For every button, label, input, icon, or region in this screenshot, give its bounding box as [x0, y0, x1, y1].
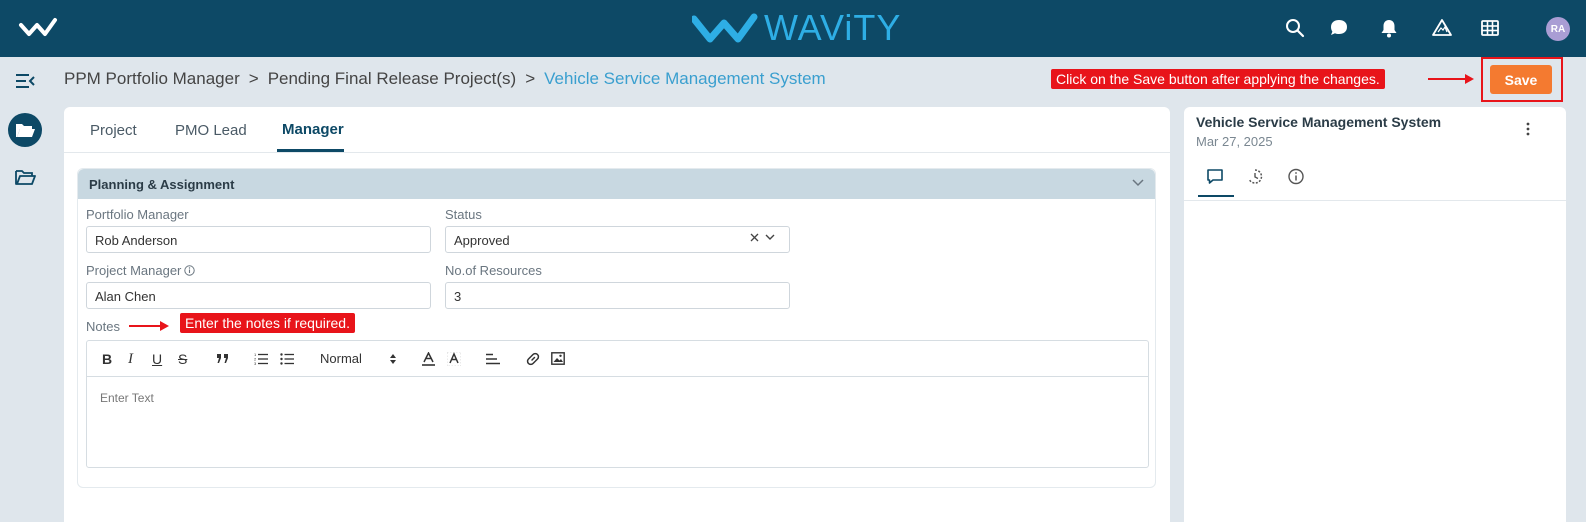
background-color-icon[interactable]	[447, 352, 461, 366]
folder-icon	[15, 170, 36, 185]
status-label: Status	[445, 207, 482, 222]
menu-collapse-icon	[16, 74, 35, 88]
status-select[interactable]: Approved	[445, 226, 790, 253]
side-panel-date: Mar 27, 2025	[1196, 134, 1273, 149]
svg-text:3: 3	[254, 361, 257, 365]
notes-editor: B I U S 1 2 3 Normal Enter Text	[86, 340, 1149, 468]
active-tab-underline	[277, 149, 344, 152]
resources-field[interactable]: 3	[445, 282, 790, 309]
tab-info[interactable]	[1281, 165, 1311, 187]
sidebar-item-portfolio[interactable]	[0, 112, 50, 148]
bullet-list-icon[interactable]	[280, 352, 294, 365]
info-icon[interactable]	[184, 265, 196, 276]
chat-icon[interactable]	[1328, 17, 1350, 39]
underline-button[interactable]: U	[152, 351, 162, 367]
bold-button[interactable]: B	[102, 351, 112, 367]
collapse-menu-button[interactable]	[0, 63, 50, 99]
planning-assignment-section: Planning & Assignment Portfolio Manager …	[77, 168, 1156, 488]
history-icon	[1248, 168, 1263, 184]
brand-logo: WAViTY	[692, 7, 902, 48]
status-select-controls	[750, 233, 775, 242]
ordered-list-icon[interactable]: 1 2 3	[254, 352, 268, 365]
notes-label-text: Notes	[86, 319, 120, 334]
text-color-icon[interactable]	[422, 352, 435, 366]
left-sidebar	[0, 57, 50, 522]
status-label-text: Status	[445, 207, 482, 222]
folder-open-icon	[16, 124, 35, 137]
app-logo-icon[interactable]	[18, 14, 58, 42]
status-value: Approved	[454, 233, 510, 248]
image-icon[interactable]	[551, 352, 565, 365]
top-nav-bar: WAViTY RA	[0, 0, 1586, 57]
save-annotation: Click on the Save button after applying …	[1051, 69, 1385, 89]
breadcrumb-separator: >	[525, 69, 536, 88]
search-icon[interactable]	[1284, 17, 1306, 39]
align-icon[interactable]	[486, 353, 500, 365]
grid-icon[interactable]	[1479, 17, 1501, 39]
active-indicator	[8, 113, 42, 147]
italic-button[interactable]: I	[128, 351, 133, 368]
notes-label: Notes	[86, 319, 120, 334]
project-manager-label-text: Project Manager	[86, 263, 182, 278]
side-panel: Vehicle Service Management System Mar 27…	[1184, 107, 1566, 522]
tab-manager[interactable]: Manager	[282, 121, 344, 138]
breadcrumb-separator: >	[248, 69, 259, 88]
strikethrough-button[interactable]: S	[178, 351, 187, 367]
portfolio-manager-label-text: Portfolio Manager	[86, 207, 189, 222]
tab-project[interactable]: Project	[90, 122, 137, 139]
notes-textarea[interactable]: Enter Text	[100, 391, 154, 405]
section-header[interactable]: Planning & Assignment	[78, 169, 1155, 199]
project-manager-label: Project Manager	[86, 263, 196, 278]
resources-label-text: No.of Resources	[445, 263, 542, 278]
font-size-select[interactable]: Normal	[320, 351, 362, 366]
editor-toolbar: B I U S 1 2 3 Normal	[87, 341, 1148, 377]
resources-label: No.of Resources	[445, 263, 542, 278]
breadcrumb-item-pending-release[interactable]: Pending Final Release Project(s)	[268, 69, 517, 89]
tab-history[interactable]	[1240, 165, 1270, 187]
project-manager-field[interactable]: Alan Chen	[86, 282, 431, 309]
notes-annotation: Enter the notes if required.	[180, 313, 355, 333]
breadcrumb-item-portfolio-manager[interactable]: PPM Portfolio Manager	[64, 69, 240, 89]
save-annotation-arrow	[1428, 74, 1474, 84]
user-avatar[interactable]: RA	[1546, 17, 1570, 41]
clear-icon[interactable]	[750, 233, 759, 242]
sidebar-item-projects[interactable]	[0, 159, 50, 195]
notes-annotation-arrow	[129, 321, 169, 331]
tab-pmo-lead[interactable]: PMO Lead	[175, 122, 247, 139]
breadcrumb: PPM Portfolio Manager > Pending Final Re…	[64, 69, 826, 89]
section-title: Planning & Assignment	[89, 177, 235, 192]
brand-mark-icon	[692, 13, 758, 43]
comment-icon	[1207, 168, 1223, 184]
tab-comments[interactable]	[1200, 165, 1230, 187]
side-panel-tabs	[1184, 155, 1566, 201]
form-tabs: Project PMO Lead Manager	[64, 107, 1170, 153]
active-side-tab-underline	[1198, 195, 1234, 197]
portfolio-manager-label: Portfolio Manager	[86, 207, 189, 222]
link-icon[interactable]	[526, 352, 540, 366]
info-icon	[1288, 168, 1304, 184]
save-button[interactable]: Save	[1490, 65, 1552, 94]
chevron-down-icon[interactable]	[765, 234, 775, 241]
breadcrumb-current: Vehicle Service Management System	[544, 69, 826, 88]
portfolio-manager-field[interactable]: Rob Anderson	[86, 226, 431, 253]
bell-icon[interactable]	[1378, 17, 1400, 39]
side-panel-title: Vehicle Service Management System	[1196, 114, 1442, 130]
chevron-down-icon[interactable]	[1132, 179, 1144, 187]
project-form-card: Project PMO Lead Manager Planning & Assi…	[64, 107, 1170, 522]
brand-name: WAViTY	[764, 7, 902, 48]
blockquote-icon[interactable]	[216, 353, 230, 364]
select-arrows-icon[interactable]	[389, 353, 397, 365]
triangle-icon[interactable]	[1431, 17, 1453, 39]
more-options-icon[interactable]	[1525, 121, 1531, 137]
